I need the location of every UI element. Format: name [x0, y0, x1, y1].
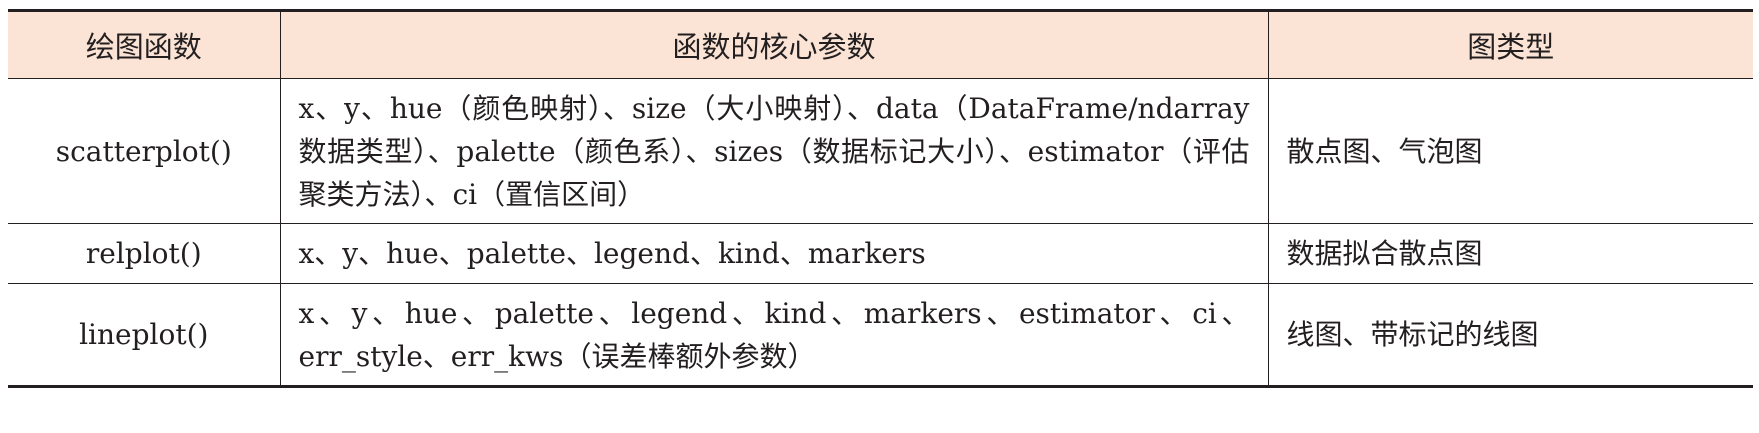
chart-type-cell: 散点图、气泡图 — [1267, 78, 1753, 224]
table-row: lineplot() x、y、hue、palette、legend、kind、m… — [8, 283, 1753, 388]
seaborn-function-table: 绘图函数 函数的核心参数 图类型 scatterplot() x、y、hue（颜… — [8, 9, 1753, 388]
table-row: scatterplot() x、y、hue（颜色映射）、size（大小映射）、d… — [8, 78, 1753, 224]
function-name-cell: relplot() — [8, 223, 280, 284]
header-function: 绘图函数 — [8, 9, 280, 79]
chart-type-cell: 线图、带标记的线图 — [1267, 283, 1753, 388]
params-cell: x、y、hue（颜色映射）、size（大小映射）、data（DataFrame/… — [279, 78, 1268, 224]
header-params: 函数的核心参数 — [279, 9, 1268, 79]
params-cell: x、y、hue、palette、legend、kind、markers、esti… — [279, 283, 1268, 388]
chart-type-cell: 数据拟合散点图 — [1267, 223, 1753, 284]
function-name-cell: scatterplot() — [8, 78, 280, 224]
header-chart-type: 图类型 — [1267, 9, 1753, 79]
table-row: relplot() x、y、hue、palette、legend、kind、ma… — [8, 223, 1753, 284]
function-name-cell: lineplot() — [8, 283, 280, 388]
table-header-row: 绘图函数 函数的核心参数 图类型 — [8, 9, 1753, 79]
params-cell: x、y、hue、palette、legend、kind、markers — [279, 223, 1268, 284]
